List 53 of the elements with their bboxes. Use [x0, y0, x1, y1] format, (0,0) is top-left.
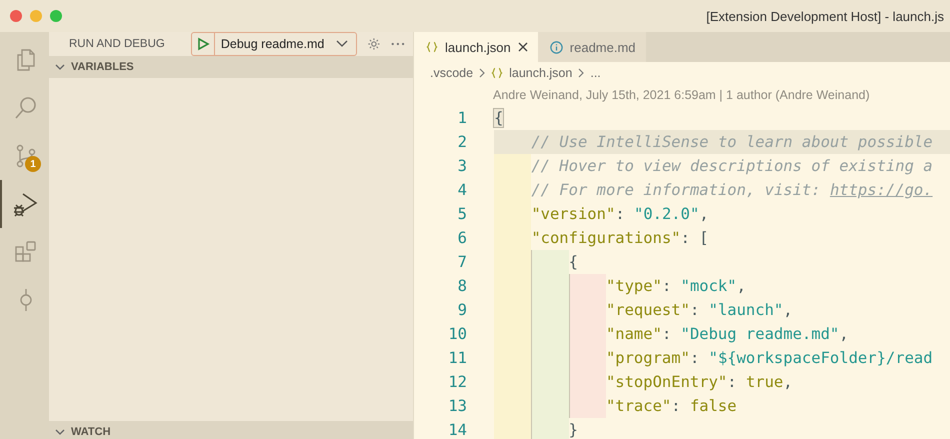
breadcrumb-item[interactable]: launch.json	[509, 66, 572, 80]
code-line: // Hover to view descriptions of existing a	[494, 154, 950, 178]
activity-bar-item[interactable]: 1	[0, 132, 49, 180]
line-number: 13	[447, 396, 468, 417]
search-icon	[12, 95, 38, 121]
line-number: 3	[456, 156, 468, 177]
editor-tab[interactable]: launch.json	[414, 32, 538, 62]
line-number: 6	[456, 228, 468, 249]
section-header[interactable]: VARIABLES	[49, 56, 413, 78]
line-number: 14	[447, 420, 468, 439]
braces-icon	[426, 41, 438, 53]
close-window-button[interactable]	[10, 10, 22, 22]
close-icon[interactable]	[518, 42, 528, 52]
chevron-down-icon	[336, 40, 348, 48]
zoom-window-button[interactable]	[50, 10, 62, 22]
line-number: 1	[456, 108, 468, 129]
line-number: 10	[447, 324, 468, 345]
line-number: 9	[456, 300, 468, 321]
code-line: "program": "${workspaceFolder}/read	[494, 346, 950, 370]
line-number: 2	[456, 132, 468, 153]
breadcrumb-item[interactable]: .vscode	[430, 66, 474, 80]
blame-annotation: Andre Weinand, July 15th, 2021 6:59am | 1 author (Andre Weinand)	[492, 87, 871, 104]
line-number: 4	[456, 180, 468, 201]
code-line: {	[494, 250, 950, 274]
info-icon	[550, 40, 563, 54]
chevron-right-icon	[479, 68, 486, 78]
code-line: "stopOnEntry": true,	[494, 370, 950, 394]
braces-icon	[491, 67, 504, 79]
minimize-window-button[interactable]	[30, 10, 42, 22]
editor-tab[interactable]: readme.md	[538, 32, 646, 62]
code-line: "type": "mock",	[494, 274, 950, 298]
code-line: "version": "0.2.0",	[494, 202, 950, 226]
line-number: 7	[456, 252, 468, 273]
code-line: "request": "launch",	[494, 298, 950, 322]
section-header[interactable]: WATCH	[49, 421, 413, 439]
chevron-icon	[55, 428, 65, 436]
code-line: }	[494, 418, 950, 439]
line-number: 8	[456, 276, 468, 297]
chevron-icon	[55, 64, 65, 70]
line-number: 5	[456, 204, 468, 225]
code-line: "name": "Debug readme.md",	[494, 322, 950, 346]
more-actions-icon[interactable]	[391, 42, 405, 46]
code-line: // For more information, visit: https://go.	[494, 178, 950, 202]
settings-icon[interactable]	[367, 36, 382, 52]
sidebar-title: RUN AND DEBUG	[69, 38, 165, 50]
window-title: [Extension Development Host] - launch.js	[706, 8, 944, 24]
code-line: "configurations": [	[494, 226, 950, 250]
line-number: 12	[447, 372, 468, 393]
line-number: 11	[447, 348, 468, 369]
breadcrumb-item[interactable]: ...	[590, 66, 601, 80]
code-line: "trace": false	[494, 394, 950, 418]
notification-badge: 1	[25, 156, 41, 172]
chevron-right-icon	[578, 68, 584, 78]
